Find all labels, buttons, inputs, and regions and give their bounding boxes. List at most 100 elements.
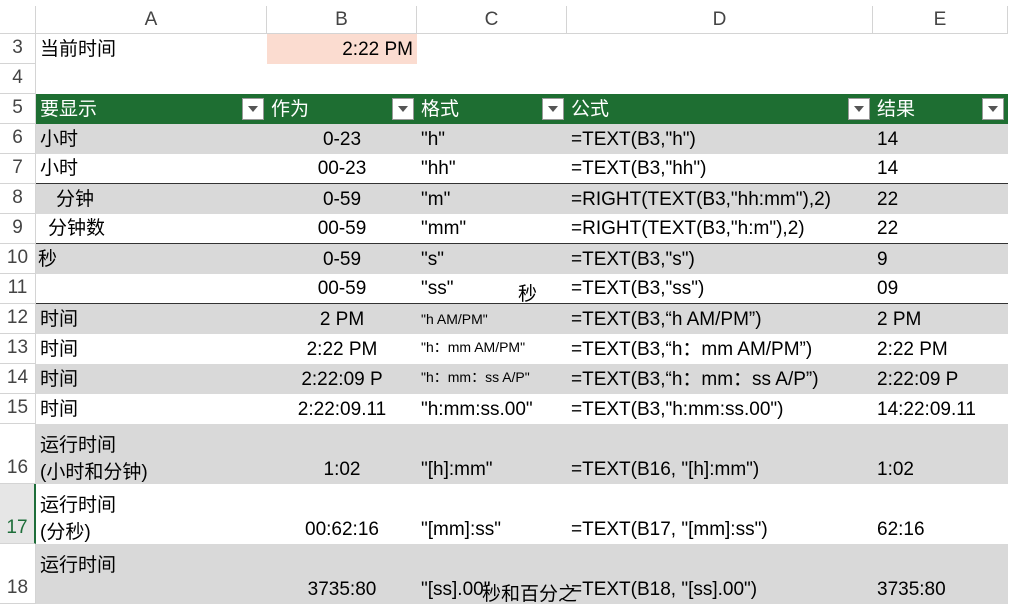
cell-c[interactable]: "[h]:mm" — [417, 424, 567, 484]
column-header-d[interactable]: D — [567, 6, 873, 34]
cell-c[interactable]: "mm" — [417, 214, 567, 243]
table-row: 运行时间 (小时和分钟) 1:02 "[h]:mm" =TEXT(B16, "[… — [36, 424, 1008, 484]
row-header[interactable]: 8 — [0, 184, 36, 214]
cell-e[interactable]: 14:22:09.11 — [873, 394, 1008, 424]
row-header[interactable]: 9 — [0, 214, 36, 244]
cell-e[interactable]: 22 — [873, 214, 1008, 243]
cell-b[interactable]: 2:22:09.11 — [267, 394, 417, 424]
row-header[interactable]: 13 — [0, 334, 36, 364]
cell-d[interactable]: =TEXT(B3,“h AM/PM”) — [567, 304, 873, 334]
cell-e[interactable]: 1:02 — [873, 424, 1008, 484]
row-header[interactable]: 5 — [0, 94, 36, 124]
cell-d[interactable]: =TEXT(B3,"h:mm:ss.00") — [567, 394, 873, 424]
cell-a[interactable]: 时间 — [36, 364, 267, 394]
cell-d[interactable]: =TEXT(B3,“h：mm AM/PM”) — [567, 334, 873, 364]
cell-a[interactable]: 运行时间 (分秒) — [36, 484, 267, 544]
column-header-e[interactable]: E — [873, 6, 1008, 34]
cell-c-overflow-text: 秒 — [518, 284, 538, 305]
cell-c[interactable]: "[mm]:ss" — [417, 484, 567, 544]
cell-c[interactable]: "h AM/PM" — [417, 304, 567, 334]
table-row: 分钟 0-59 "m" =RIGHT(TEXT(B3,"hh:mm"),2) 2… — [36, 184, 1008, 214]
cell-b[interactable]: 1:02 — [267, 424, 417, 484]
cell-b[interactable]: 3735:80 — [267, 544, 417, 604]
cell-b[interactable]: 00:62:16 — [267, 484, 417, 544]
filter-dropdown-button[interactable] — [982, 98, 1004, 120]
cell-b[interactable]: 00-23 — [267, 154, 417, 183]
cell-c[interactable]: "h:mm:ss.00" — [417, 394, 567, 424]
row-header[interactable]: 4 — [0, 64, 36, 94]
cell-d[interactable]: =TEXT(B17, "[mm]:ss") — [567, 484, 873, 544]
cell-c[interactable]: "ss" — [417, 274, 567, 303]
filter-dropdown-button[interactable] — [392, 98, 414, 120]
cell-a[interactable]: 小时 — [36, 124, 267, 154]
cell-e[interactable]: 9 — [873, 244, 1008, 274]
row-header[interactable]: 7 — [0, 154, 36, 184]
row-header[interactable]: 6 — [0, 124, 36, 154]
row-header[interactable]: 11 — [0, 274, 36, 304]
cell-a[interactable] — [36, 274, 267, 303]
cell-d[interactable]: =TEXT(B18, "[ss].00") — [567, 544, 873, 604]
column-header-c[interactable]: C — [417, 6, 567, 34]
cell-b[interactable]: 00-59 — [267, 214, 417, 243]
cell-e[interactable]: 2 PM — [873, 304, 1008, 334]
cell-c[interactable]: "h：mm：ss A/P" — [417, 364, 567, 394]
cell-e[interactable]: 2:22:09 P — [873, 364, 1008, 394]
cell-a[interactable]: 运行时间 (小时和分钟) — [36, 424, 267, 484]
cell-e[interactable]: 14 — [873, 154, 1008, 183]
cell-e[interactable]: 22 — [873, 184, 1008, 214]
cell-d[interactable]: =TEXT(B3,"hh") — [567, 154, 873, 183]
cell-b[interactable]: 2 PM — [267, 304, 417, 334]
cell-d[interactable]: =TEXT(B16, "[h]:mm") — [567, 424, 873, 484]
row-header[interactable]: 12 — [0, 304, 36, 334]
table-row: 时间 2 PM "h AM/PM" =TEXT(B3,“h AM/PM”) 2 … — [36, 304, 1008, 334]
filter-dropdown-button[interactable] — [242, 98, 264, 120]
cell-b[interactable]: 0-23 — [267, 124, 417, 154]
row-header[interactable]: 18 — [0, 544, 36, 604]
cell-e[interactable]: 3735:80 — [873, 544, 1008, 604]
cell-a[interactable]: 时间 — [36, 394, 267, 424]
row-header-active[interactable]: 17 — [0, 484, 36, 544]
select-all-corner[interactable] — [0, 6, 36, 34]
cell-b[interactable]: 00-59 — [267, 274, 417, 303]
header-cell-display[interactable]: 要显示 — [36, 94, 267, 124]
row-header[interactable]: 3 — [0, 34, 36, 64]
cell-d[interactable]: =RIGHT(TEXT(B3,"hh:mm"),2) — [567, 184, 873, 214]
cell-a[interactable]: 小时 — [36, 154, 267, 183]
cell-d[interactable]: =TEXT(B3,"ss") — [567, 274, 873, 303]
cell-a[interactable]: 秒 — [36, 244, 267, 274]
cell-e[interactable]: 09 — [873, 274, 1008, 303]
cell-e[interactable]: 62:16 — [873, 484, 1008, 544]
row-header[interactable]: 10 — [0, 244, 36, 274]
cell-d[interactable]: =TEXT(B3,“h：mm：ss A/P”) — [567, 364, 873, 394]
cell-c[interactable]: "s" — [417, 244, 567, 274]
column-header-a[interactable]: A — [36, 6, 267, 34]
cell-b[interactable]: 0-59 — [267, 244, 417, 274]
cell-a[interactable]: 时间 — [36, 304, 267, 334]
cell-e[interactable]: 2:22 PM — [873, 334, 1008, 364]
cell-a[interactable]: 时间 — [36, 334, 267, 364]
row-header[interactable]: 14 — [0, 364, 36, 394]
column-header-b[interactable]: B — [267, 6, 417, 34]
cell-d[interactable]: =TEXT(B3,"s") — [567, 244, 873, 274]
cell-a-line1: 运行时间 — [40, 555, 117, 576]
cell-c[interactable]: "h" — [417, 124, 567, 154]
filter-dropdown-button[interactable] — [542, 98, 564, 120]
cell-a[interactable]: 分钟数 — [36, 214, 267, 243]
cell-b[interactable]: 0-59 — [267, 184, 417, 214]
cell-c[interactable]: "hh" — [417, 154, 567, 183]
cell-a[interactable]: 运行时间 — [36, 544, 267, 604]
cell-d[interactable]: =RIGHT(TEXT(B3,"h:m"),2) — [567, 214, 873, 243]
cell-b3-current-time[interactable]: 2:22 PM — [267, 34, 417, 64]
cell-a[interactable]: 分钟 — [36, 184, 267, 214]
cell-c[interactable]: "m" — [417, 184, 567, 214]
row-header[interactable]: 15 — [0, 394, 36, 424]
header-cell-formula[interactable]: 公式 — [567, 94, 873, 124]
cell-b[interactable]: 2:22:09 P — [267, 364, 417, 394]
cell-b[interactable]: 2:22 PM — [267, 334, 417, 364]
cell-d[interactable]: =TEXT(B3,"h") — [567, 124, 873, 154]
cell-e[interactable]: 14 — [873, 124, 1008, 154]
cell-c[interactable]: "h：mm AM/PM" — [417, 334, 567, 364]
row-header[interactable]: 16 — [0, 424, 36, 484]
cell-a3[interactable]: 当前时间 — [36, 34, 267, 64]
filter-dropdown-button[interactable] — [848, 98, 870, 120]
